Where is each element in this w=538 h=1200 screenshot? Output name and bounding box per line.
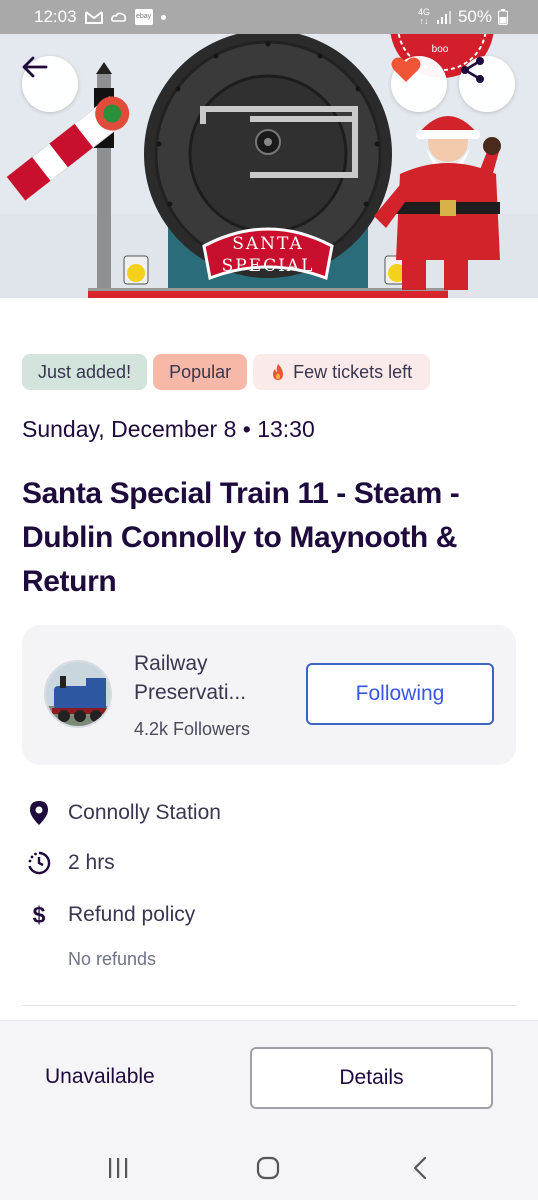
organizer-name[interactable]: Railway Preservati...: [134, 649, 284, 707]
status-bar: 12:03 ebay 4G ↑↓ 50%: [0, 0, 538, 34]
recent-apps-icon: [109, 1158, 128, 1178]
event-date: Sunday, December 8 • 13:30: [22, 416, 315, 442]
like-button[interactable]: [391, 56, 447, 112]
event-title: Santa Special Train 11 - Steam - Dublin …: [22, 477, 460, 598]
battery-icon: [498, 9, 508, 25]
badge-few-tickets: Few tickets left: [253, 354, 431, 390]
details-button[interactable]: Details: [250, 1047, 493, 1109]
divider: [22, 1005, 516, 1006]
organizer-name-line1: Railway: [134, 652, 208, 675]
gmail-icon: [84, 10, 103, 24]
share-button[interactable]: [459, 56, 515, 112]
network-type-icon: 4G ↑↓: [417, 7, 430, 26]
locomotive-photo: [46, 662, 110, 726]
cloud-icon: [110, 11, 127, 23]
arrow-left-icon: [22, 56, 48, 78]
refund-row: $ Refund policy: [22, 902, 196, 928]
footer-bar: Unavailable Details: [0, 1020, 538, 1132]
status-time: 12:03: [34, 7, 77, 26]
organizer-name-line2: Preservati...: [134, 681, 247, 704]
refund-label: Refund policy: [68, 903, 196, 926]
location-text: Connolly Station: [68, 801, 221, 824]
sign-line-2: SPECIAL: [222, 256, 315, 276]
recent-apps-button[interactable]: [98, 1154, 138, 1182]
badge-just-added: Just added!: [22, 354, 148, 390]
battery-level: 50%: [457, 7, 492, 26]
event-badges: Just added! Popular Few tickets left: [22, 354, 431, 390]
organizer-followers: 4.2k Followers: [134, 719, 251, 739]
back-button[interactable]: [22, 56, 78, 112]
duration-text: 2 hrs: [68, 851, 115, 874]
event-hero-image: SANTA SPECIAL boo: [0, 34, 538, 298]
availability-status: Unavailable: [45, 1065, 155, 1088]
notification-dot-icon: [160, 14, 166, 20]
following-button[interactable]: Following: [306, 663, 494, 725]
santa-special-train-illustration: SANTA SPECIAL boo: [0, 34, 538, 298]
duration-row: 2 hrs: [22, 851, 115, 875]
dollar-icon: $: [22, 902, 56, 928]
refund-detail: No refunds: [68, 949, 157, 969]
share-icon: [461, 57, 484, 83]
corner-badge-text: boo: [432, 44, 449, 55]
badge-popular: Popular: [153, 354, 248, 390]
home-icon: [256, 1156, 280, 1180]
chevron-left-icon: [413, 1156, 427, 1180]
organizer-card[interactable]: Railway Preservati... 4.2k Followers Fol…: [22, 625, 516, 765]
location-pin-icon: [22, 800, 56, 826]
ebay-icon: ebay: [134, 9, 153, 25]
organizer-avatar[interactable]: [44, 660, 112, 728]
heart-icon: [391, 57, 421, 82]
signal-icon: [436, 10, 452, 24]
badge-few-tickets-label: Few tickets left: [293, 362, 413, 382]
fire-icon: [273, 364, 284, 380]
location-row[interactable]: Connolly Station: [22, 800, 221, 826]
system-back-button[interactable]: [400, 1154, 440, 1182]
svg-text:$: $: [33, 902, 46, 928]
sign-line-1: SANTA: [232, 234, 303, 254]
clock-icon: [22, 851, 56, 875]
home-button[interactable]: [248, 1154, 288, 1182]
system-nav-bar: [0, 1132, 538, 1200]
